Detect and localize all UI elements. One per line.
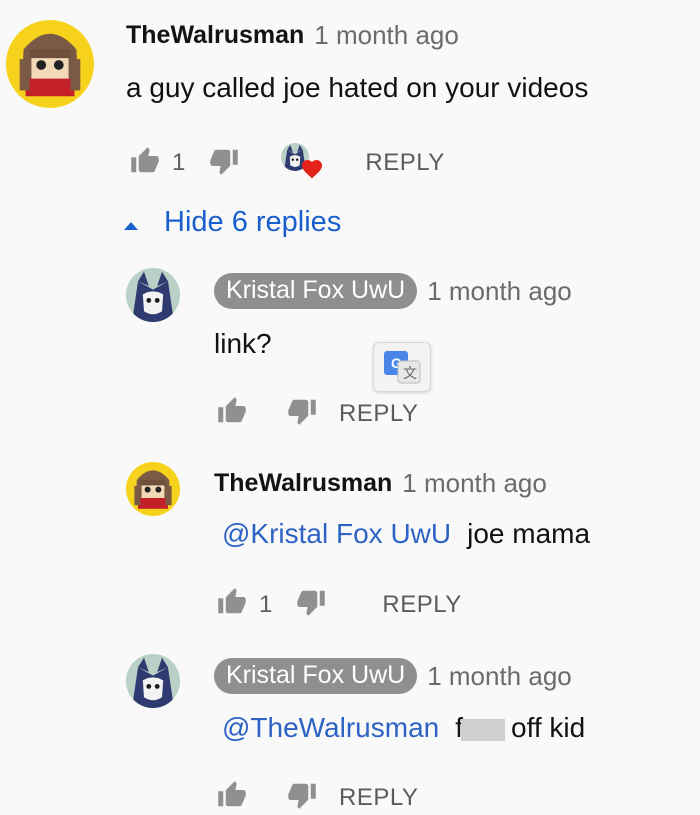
reply-actions: REPLY — [215, 396, 418, 431]
hide-replies-button[interactable]: Hide 6 replies — [124, 206, 341, 239]
reply-timestamp[interactable]: 1 month ago — [427, 661, 572, 692]
reply-actions: 1 REPLY — [215, 587, 462, 622]
translate-button[interactable]: G 文 — [373, 342, 431, 392]
author-name[interactable]: Kristal Fox UwU — [214, 273, 418, 309]
censor-block — [461, 718, 505, 741]
reply-button[interactable]: REPLY — [339, 784, 418, 812]
reply-body: joe mama — [467, 518, 591, 549]
reply-header: TheWalrusman 1 month ago — [214, 468, 547, 499]
svg-text:文: 文 — [403, 366, 417, 382]
mention-link[interactable]: @TheWalrusman — [222, 712, 439, 743]
mention-link[interactable]: @Kristal Fox UwU — [222, 518, 451, 549]
author-name[interactable]: Kristal Fox UwU — [214, 658, 418, 694]
like-icon[interactable] — [215, 587, 249, 622]
comment-actions: 1 REPLY — [128, 143, 445, 183]
comment-header: TheWalrusman 1 month ago — [126, 20, 459, 51]
reply-text: @TheWalrusman f off kid — [222, 712, 585, 744]
reply-button[interactable]: REPLY — [339, 400, 418, 428]
reply-timestamp[interactable]: 1 month ago — [402, 468, 547, 499]
reply-button[interactable]: REPLY — [382, 591, 461, 619]
dislike-icon[interactable] — [285, 780, 319, 815]
reply-body-end: off kid — [511, 712, 586, 743]
avatar[interactable] — [126, 462, 180, 516]
reply-button[interactable]: REPLY — [365, 149, 444, 177]
reply-timestamp[interactable]: 1 month ago — [427, 276, 572, 307]
like-icon[interactable] — [215, 780, 249, 815]
creator-heart — [281, 143, 323, 183]
like-count: 1 — [172, 149, 186, 176]
hide-replies-label: Hide 6 replies — [164, 206, 342, 238]
avatar[interactable] — [126, 268, 180, 322]
reply-header: Kristal Fox UwU 1 month ago — [214, 658, 572, 694]
like-count: 1 — [259, 590, 273, 618]
heart-icon — [299, 157, 325, 186]
reply-text: link? — [214, 328, 272, 359]
dislike-icon[interactable] — [285, 396, 319, 431]
comment-timestamp[interactable]: 1 month ago — [314, 20, 459, 51]
avatar[interactable] — [126, 654, 180, 708]
reply-header: Kristal Fox UwU 1 month ago — [214, 273, 572, 309]
dislike-icon[interactable] — [207, 146, 241, 181]
like-icon[interactable] — [128, 146, 162, 181]
author-name[interactable]: TheWalrusman — [214, 469, 392, 498]
caret-up-icon — [124, 206, 138, 239]
reply-text: @Kristal Fox UwU joe mama — [222, 518, 590, 550]
avatar[interactable] — [6, 20, 94, 108]
reply-actions: REPLY — [215, 780, 418, 815]
dislike-icon[interactable] — [294, 587, 328, 622]
author-name[interactable]: TheWalrusman — [126, 21, 304, 50]
like-icon[interactable] — [215, 396, 249, 431]
comment-text: a guy called joe hated on your videos — [126, 72, 589, 103]
